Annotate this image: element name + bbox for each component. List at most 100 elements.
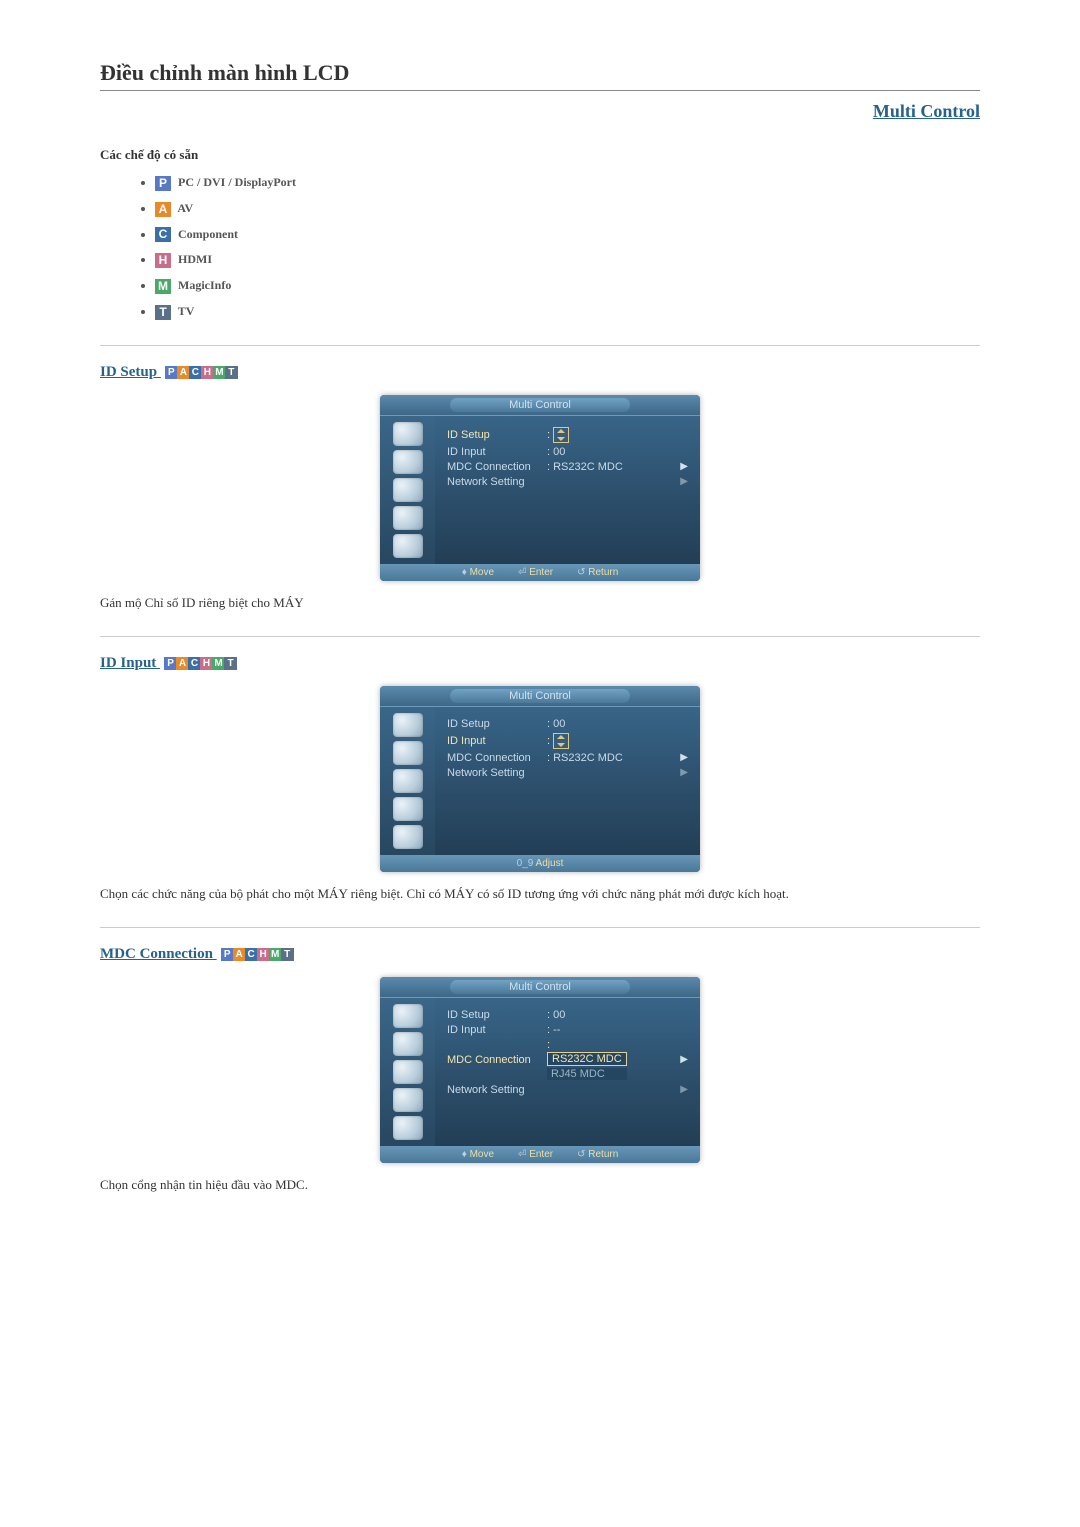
osd-menu-item[interactable]: ID Input: [447,733,688,749]
osd-menu-label: Network Setting [447,767,547,779]
osd-panel: Multi Control ID Setup: ID Input: 00 MDC C… [380,395,700,581]
mode-label: HDMI [175,252,212,266]
mode-badge-icon: M [155,279,171,294]
osd-sidebar-icon[interactable] [393,1032,423,1056]
osd-sidebar-icon[interactable] [393,478,423,502]
chevron-right-icon: ▶ [627,1084,688,1095]
osd-menu-label: ID Input [447,446,547,458]
mode-item: A AV [155,201,980,217]
osd-footer: ♦ Move ⏎ Enter ↺ Return [380,1146,700,1163]
mode-badge-icon: T [225,366,238,379]
osd-footer-hint: ⏎ Enter [518,1149,553,1160]
osd-menu-item[interactable]: Network Setting ▶ [447,1084,688,1096]
section-heading: ID Input PACHMT [100,655,980,672]
osd-footer-hint: ♦ Move [462,1149,494,1160]
osd-titlebar: Multi Control [380,977,700,998]
osd-sidebar [380,998,435,1146]
osd-menu-value: : 00 [547,718,627,730]
mode-item: T TV [155,304,980,320]
section-note: Chọn các chức năng của bộ phát cho một M… [100,886,980,902]
osd-sidebar-icon[interactable] [393,741,423,765]
chevron-right-icon: ▶ [627,1054,688,1065]
osd-titlebar: Multi Control [380,686,700,707]
osd-main: ID Setup: 00 ID Input: MDC Connection: RS… [435,707,700,855]
mode-badge-icon: P [155,176,171,191]
osd-sidebar-icon[interactable] [393,450,423,474]
osd-panel: Multi Control ID Setup: 00 ID Input: -- MDC… [380,977,700,1163]
chevron-right-icon: ▶ [627,476,688,487]
osd-sidebar-icon[interactable] [393,1116,423,1140]
mode-label: PC / DVI / DisplayPort [175,175,296,189]
osd-menu-label: ID Setup [447,718,547,730]
mode-badge-icon: T [281,948,294,961]
osd-menu-item[interactable]: Network Setting ▶ [447,476,688,488]
osd-menu-label: ID Input [447,1024,547,1036]
osd-sidebar-icon[interactable] [393,797,423,821]
osd-menu-value: : RS232C MDCRJ45 MDC [547,1039,627,1081]
osd-menu-label: Network Setting [447,476,547,488]
osd-menu-value: : RS232C MDC [547,461,627,473]
title-rule [100,90,980,91]
mode-label: AV [175,201,193,215]
osd-sidebar-icon[interactable] [393,1060,423,1084]
osd-menu-value: : [547,427,627,443]
mode-item: H HDMI [155,252,980,268]
mode-label: MagicInfo [175,278,231,292]
osd-sidebar-icon[interactable] [393,506,423,530]
osd-menu-item[interactable]: ID Input: 00 [447,446,688,458]
osd-footer-hint: ⏎ Enter [518,567,553,578]
mode-badge-icon: C [155,227,171,242]
mode-badge-icon: T [224,657,237,670]
osd-menu-label: MDC Connection [447,752,547,764]
page-title: Điều chỉnh màn hình LCD [100,60,980,86]
osd-sidebar-icon[interactable] [393,422,423,446]
osd-titlebar: Multi Control [380,395,700,416]
osd-menu-item[interactable]: ID Setup: [447,427,688,443]
chevron-right-icon: ▶ [627,767,688,778]
osd-menu-item[interactable]: ID Setup: 00 [447,718,688,730]
osd-main: ID Setup: ID Input: 00 MDC Connection: RS… [435,416,700,564]
osd-sidebar [380,416,435,564]
osd-sidebar-icon[interactable] [393,769,423,793]
osd-sidebar-icon[interactable] [393,1088,423,1112]
chevron-right-icon: ▶ [627,461,688,472]
mode-item: M MagicInfo [155,278,980,294]
osd-menu-label: ID Input [447,735,547,747]
section-heading: ID Setup PACHMT [100,364,980,381]
osd-sidebar-icon[interactable] [393,825,423,849]
osd-menu-item[interactable]: MDC Connection: RS232C MDC▶ [447,752,688,764]
osd-sidebar-icon[interactable] [393,1004,423,1028]
osd-footer-hint: ♦ Move [462,567,494,578]
osd-footer-hint: 0_9 Adjust [517,858,564,869]
osd-menu-label: MDC Connection [447,461,547,473]
spinner-icon[interactable] [553,733,569,749]
spinner-icon[interactable] [553,427,569,443]
osd-menu-value: : -- [547,1024,627,1036]
osd-menu-label: ID Setup [447,429,547,441]
osd-menu-item[interactable]: MDC Connection: RS232C MDC▶ [447,461,688,473]
osd-footer-hint: ↺ Return [577,1149,618,1160]
osd-menu-value: : 00 [547,1009,627,1021]
mode-badge-icon: T [155,305,171,320]
osd-menu-item[interactable]: MDC Connection: RS232C MDCRJ45 MDC▶ [447,1039,688,1081]
osd-sidebar-icon[interactable] [393,534,423,558]
mode-label: Component [175,227,238,241]
osd-menu-item[interactable]: ID Setup: 00 [447,1009,688,1021]
page-subtitle: Multi Control [100,101,980,122]
section-rule [100,636,980,637]
osd-footer: 0_9 Adjust [380,855,700,872]
osd-menu-item[interactable]: ID Input: -- [447,1024,688,1036]
chevron-right-icon: ▶ [627,752,688,763]
osd-option[interactable]: RS232C MDC [547,1052,627,1066]
osd-menu-label: Network Setting [447,1084,547,1096]
osd-menu-item[interactable]: Network Setting ▶ [447,767,688,779]
osd-menu-value: : RS232C MDC [547,752,627,764]
osd-panel: Multi Control ID Setup: 00 ID Input: MDC C… [380,686,700,872]
osd-sidebar-icon[interactable] [393,713,423,737]
osd-option[interactable]: RJ45 MDC [547,1068,627,1080]
osd-sidebar [380,707,435,855]
osd-menu-label: MDC Connection [447,1054,547,1066]
section-rule [100,927,980,928]
mode-badge-icon: H [155,253,171,268]
section-heading: MDC Connection PACHMT [100,946,980,963]
